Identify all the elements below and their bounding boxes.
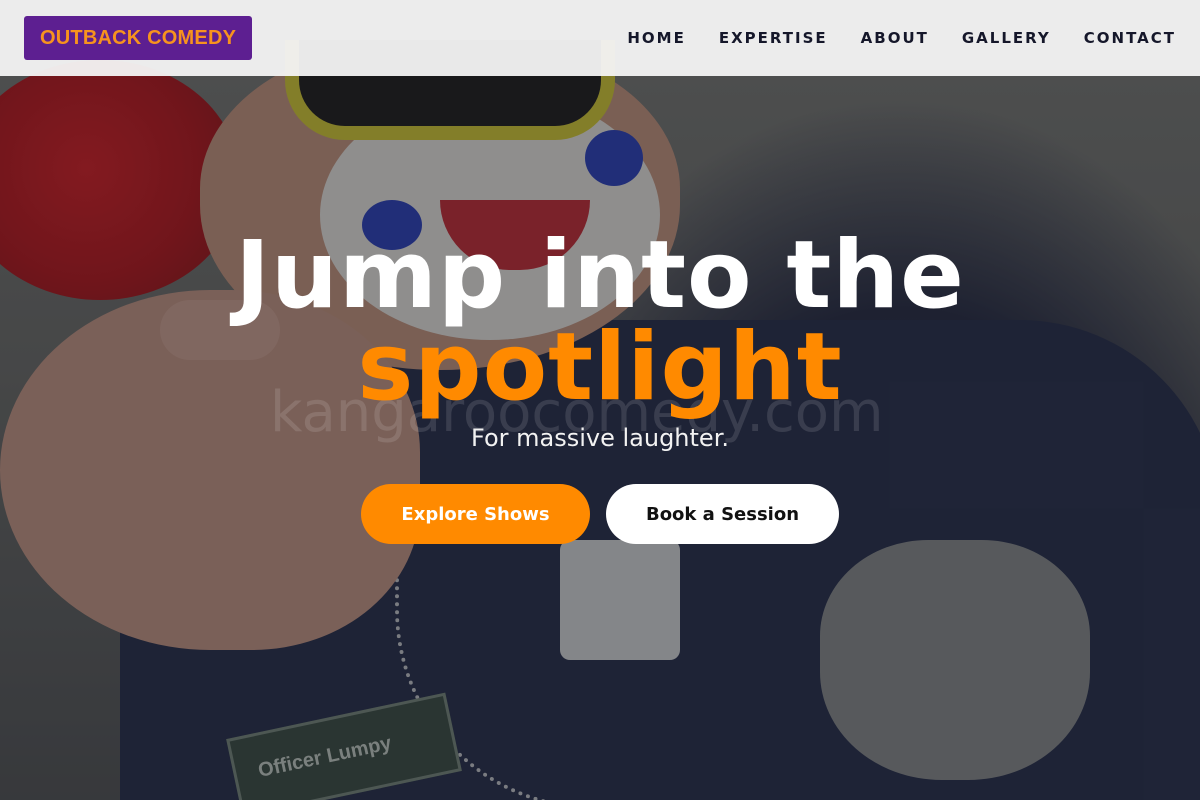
explore-shows-button[interactable]: Explore Shows [361,484,590,544]
headline-line-1: Jump into the [235,221,965,330]
hero-subtitle: For massive laughter. [471,424,729,452]
book-session-button[interactable]: Book a Session [606,484,839,544]
main-nav: HOME EXPERTISE ABOUT GALLERY CONTACT [627,29,1176,47]
site-header: OUTBACK COMEDY HOME EXPERTISE ABOUT GALL… [0,0,1200,76]
hero-section: Jump into the spotlight For massive laug… [0,221,1200,544]
nav-contact[interactable]: CONTACT [1084,29,1176,47]
cta-button-group: Explore Shows Book a Session [0,484,1200,544]
nav-gallery[interactable]: GALLERY [962,29,1051,47]
site-logo[interactable]: OUTBACK COMEDY [24,16,253,60]
nav-expertise[interactable]: EXPERTISE [719,29,828,47]
nav-about[interactable]: ABOUT [861,29,929,47]
hero-headline: Jump into the spotlight [0,221,1200,422]
headline-line-2-highlight: spotlight [357,313,843,422]
nav-home[interactable]: HOME [627,29,685,47]
